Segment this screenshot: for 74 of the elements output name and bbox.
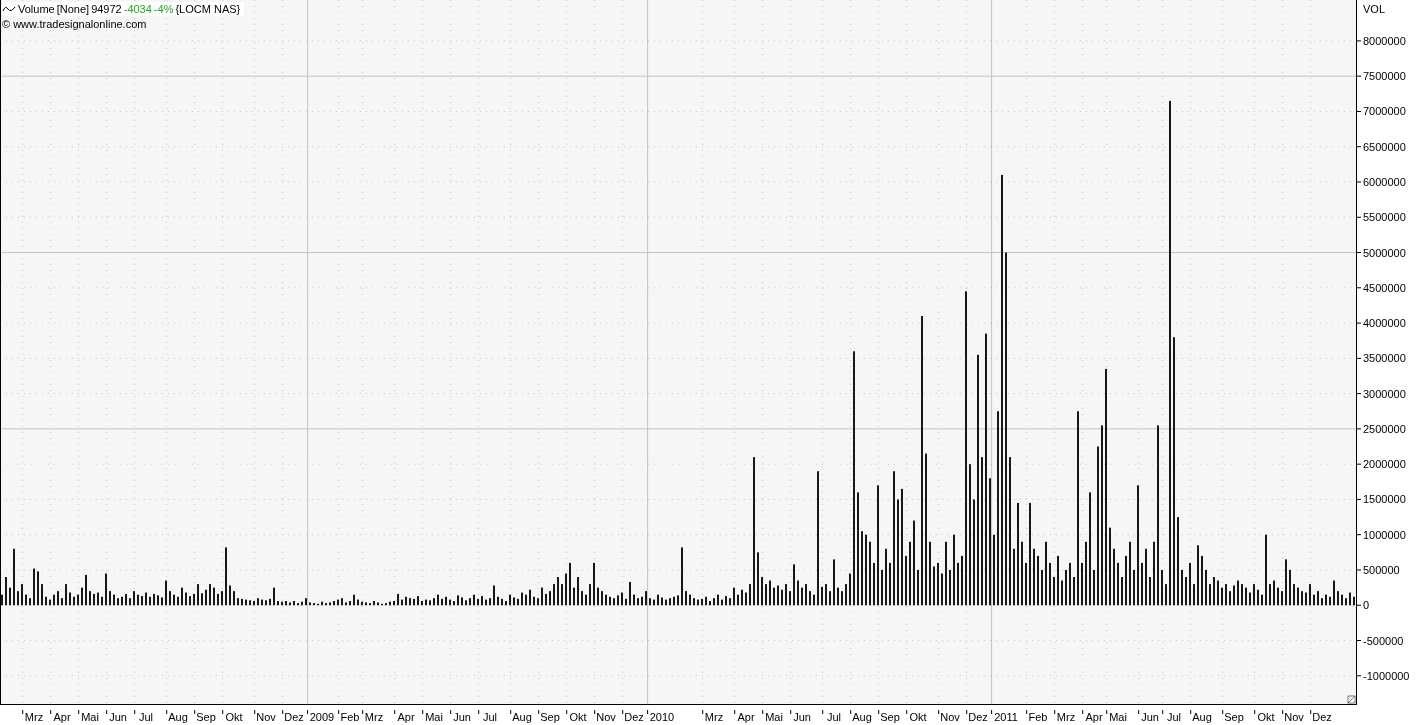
- resize-grip-icon[interactable]: [1347, 695, 1356, 704]
- y-axis-label: 8000000: [1363, 34, 1406, 47]
- x-axis-label: Dez: [624, 711, 644, 723]
- x-axis-label: Apr: [737, 711, 755, 723]
- y-axis-label: 3500000: [1363, 352, 1406, 365]
- x-axis-label: Jul: [138, 711, 154, 723]
- x-axis-label: Apr: [53, 711, 71, 723]
- x-axis-label: Aug: [512, 711, 532, 723]
- axis-title: VOL: [1363, 3, 1385, 15]
- x-axis-label: Okt: [569, 711, 587, 723]
- x-axis-label: Mai: [765, 711, 783, 723]
- y-axis-label: 1000000: [1363, 528, 1406, 541]
- wave-icon: [2, 5, 16, 13]
- x-axis-label: Jun: [109, 711, 127, 723]
- x-axis-label: Okt: [1257, 711, 1275, 723]
- x-axis-label: Mai: [81, 711, 99, 723]
- x-axis-label: Nov: [940, 711, 960, 723]
- x-axis-label: Nov: [1284, 711, 1304, 723]
- y-axis-label: 0: [1363, 599, 1370, 612]
- x-axis-label: Sep: [196, 711, 216, 723]
- x-axis-label: Feb: [340, 711, 360, 723]
- x-axis-label: Dez: [968, 711, 988, 723]
- x-axis-label: 2010: [649, 711, 675, 723]
- x-axis-label: Nov: [596, 711, 616, 723]
- y-axis-label: 1500000: [1363, 493, 1406, 506]
- x-axis-label: Apr: [1085, 711, 1103, 723]
- y-axis-label: 6000000: [1363, 176, 1406, 188]
- y-axis-label: 7000000: [1363, 105, 1406, 118]
- y-axis-label: 5000000: [1363, 246, 1406, 259]
- x-axis-label: Jun: [1141, 711, 1159, 723]
- x-axis-label: Aug: [852, 711, 872, 723]
- y-axis-label: 7500000: [1363, 70, 1406, 83]
- x-axis-label: Aug: [1192, 711, 1212, 723]
- y-axis-label: 6500000: [1363, 140, 1406, 153]
- x-axis-label: Mrz: [1056, 711, 1076, 723]
- y-axis-label: 2500000: [1363, 422, 1406, 435]
- y-axis-label: 2000000: [1363, 458, 1406, 471]
- x-axis-label: Mrz: [364, 711, 384, 723]
- x-axis-label: Jul: [1166, 711, 1182, 723]
- x-axis-label: Jun: [453, 711, 471, 723]
- x-axis-label: Jul: [826, 711, 842, 723]
- x-axis-label: Dez: [1312, 711, 1332, 723]
- x-axis-label: Jun: [793, 711, 811, 723]
- y-axis-label: -1000000: [1363, 669, 1410, 682]
- x-axis-label: Sep: [880, 711, 900, 723]
- y-axis-label: 4500000: [1363, 281, 1406, 294]
- x-axis-label: Okt: [225, 711, 243, 723]
- x-axis-label: Nov: [256, 711, 276, 723]
- indicator-name: Volume: [18, 1, 55, 17]
- x-axis-label: Mrz: [704, 711, 724, 723]
- y-axis-label: 5500000: [1363, 211, 1406, 224]
- symbol-label: {LOCM NAS}: [175, 1, 241, 17]
- change-percent: -4%: [153, 1, 174, 17]
- y-axis-label: 3000000: [1363, 387, 1406, 400]
- copyright-text: © www.tradesignalonline.com: [2, 17, 148, 31]
- x-axis-label: Feb: [1028, 711, 1048, 723]
- x-axis-label: Apr: [397, 711, 415, 723]
- x-axis-label: Sep: [540, 711, 560, 723]
- y-axis-label: 500000: [1363, 563, 1400, 576]
- x-axis-label: Jul: [482, 711, 498, 723]
- x-axis-label: Sep: [1224, 711, 1244, 723]
- indicator-parameter: [None]: [56, 1, 90, 17]
- x-axis-label: Dez: [284, 711, 304, 723]
- x-axis-label: Mai: [425, 711, 443, 723]
- change-value: -4034: [123, 1, 152, 17]
- x-axis-label: Mrz: [24, 711, 44, 723]
- y-axis-label: 4000000: [1363, 317, 1406, 330]
- x-axis-label: Mai: [1109, 711, 1127, 723]
- last-value: 94972: [91, 1, 122, 17]
- x-axis-label: Aug: [168, 711, 188, 723]
- y-axis-label: -500000: [1363, 634, 1404, 647]
- x-axis-label: 2009: [309, 711, 335, 723]
- x-axis-label: Okt: [909, 711, 927, 723]
- x-axis-label: 2011: [994, 711, 1018, 723]
